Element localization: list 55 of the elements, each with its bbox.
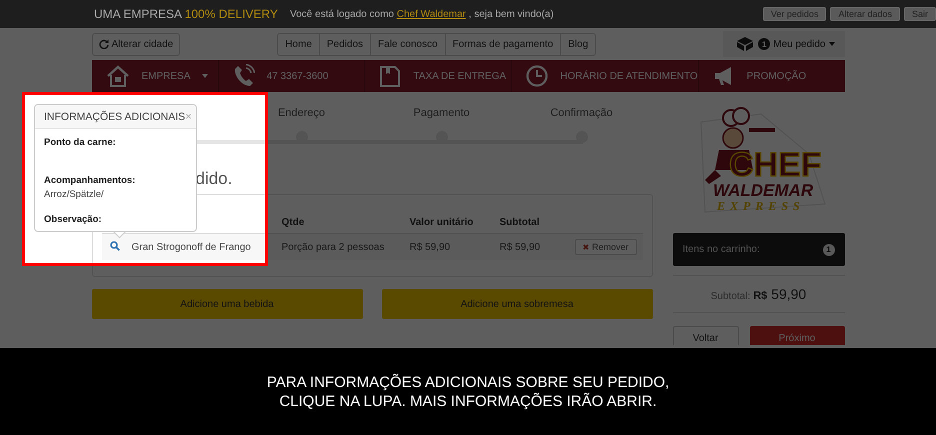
info-label: HORÁRIO DE ATENDIMENTO: [560, 70, 698, 82]
step-label: Pagamento: [413, 107, 470, 119]
close-icon: ✖: [582, 243, 590, 252]
account-button[interactable]: Ver pedidos: [762, 7, 826, 21]
subtotal-value: R$ 59,90: [753, 286, 806, 302]
info-label: PROMOÇÃO: [746, 70, 806, 82]
add-button[interactable]: Adicione uma sobremesa: [382, 289, 652, 319]
nav-link[interactable]: Formas de pagamento: [444, 34, 560, 54]
cart-count-badge: 1: [822, 244, 834, 256]
table-cell-text: Gran Strogonoff de Frango: [132, 242, 252, 252]
welcome-text: Você está logado como Chef Waldemar , seja bem vindo(a): [290, 8, 555, 20]
caption-text: PARA INFORMAÇÕES ADICIONAIS SOBRE SEU PEDIDO,: [266, 374, 670, 390]
clock-icon: [526, 65, 548, 87]
phone-icon: [232, 64, 255, 88]
column-header: Subtotal: [500, 216, 540, 228]
column-header: Valor unitário: [410, 216, 474, 228]
nav-link[interactable]: Blog: [560, 34, 596, 54]
nav-link[interactable]: Fale conosco: [370, 34, 445, 54]
house-icon: [106, 65, 130, 87]
cart-items-label: Itens no carrinho:: [682, 244, 760, 255]
cart-box-icon: [735, 36, 756, 52]
field-value: Arroz/Spätzle/: [44, 189, 105, 200]
popover-title: INFORMAÇÕES ADICIONAIS: [44, 110, 186, 122]
nav-link[interactable]: Pedidos: [318, 34, 370, 54]
info-label: TAXA DE ENTREGA: [413, 70, 506, 82]
add-button[interactable]: Adicione uma bebida: [92, 289, 362, 319]
table-cell-text: R$ 59,90: [410, 242, 452, 252]
info-label: EMPRESA: [142, 70, 190, 82]
account-button[interactable]: Alterar dados: [830, 7, 900, 21]
brand-text: UMA EMPRESA 100% DELIVERY: [94, 7, 279, 21]
user-link[interactable]: Chef Waldemar: [396, 8, 466, 20]
cart-button[interactable]: 1 Meu pedido: [723, 31, 844, 57]
table-cell-text: Porção para 2 pessoas: [282, 242, 386, 252]
cart-count-badge: 1: [758, 38, 770, 50]
caret-icon: [828, 42, 834, 46]
back-button[interactable]: Voltar: [672, 326, 738, 345]
box-icon: [379, 64, 402, 88]
remove-button[interactable]: ✖ Remover: [574, 239, 637, 255]
page-heading: dido.: [196, 169, 234, 190]
field-label: Observação:: [44, 214, 103, 225]
refresh-icon: [98, 39, 108, 49]
step-label: Confirmação: [550, 107, 613, 119]
info-label: 47 3367-3600: [266, 70, 328, 82]
field-label: Acompanhamentos:: [44, 175, 136, 186]
nav-link[interactable]: Home: [278, 34, 319, 54]
table-cell-text: R$ 59,90: [500, 242, 542, 252]
close-button[interactable]: ×: [185, 110, 192, 122]
caption-text: CLIQUE NA LUPA. MAIS INFORMAÇÕES IRÃO ABRIR.: [279, 392, 657, 410]
column-header: Qtde: [282, 216, 306, 228]
account-button[interactable]: Sair: [904, 7, 936, 21]
change-city-button[interactable]: Alterar cidade: [92, 32, 180, 56]
next-button[interactable]: Próximo: [750, 326, 844, 345]
field-label: Ponto da carne:: [44, 137, 117, 148]
search-icon[interactable]: [110, 241, 122, 253]
step-label: Endereço: [278, 107, 326, 119]
